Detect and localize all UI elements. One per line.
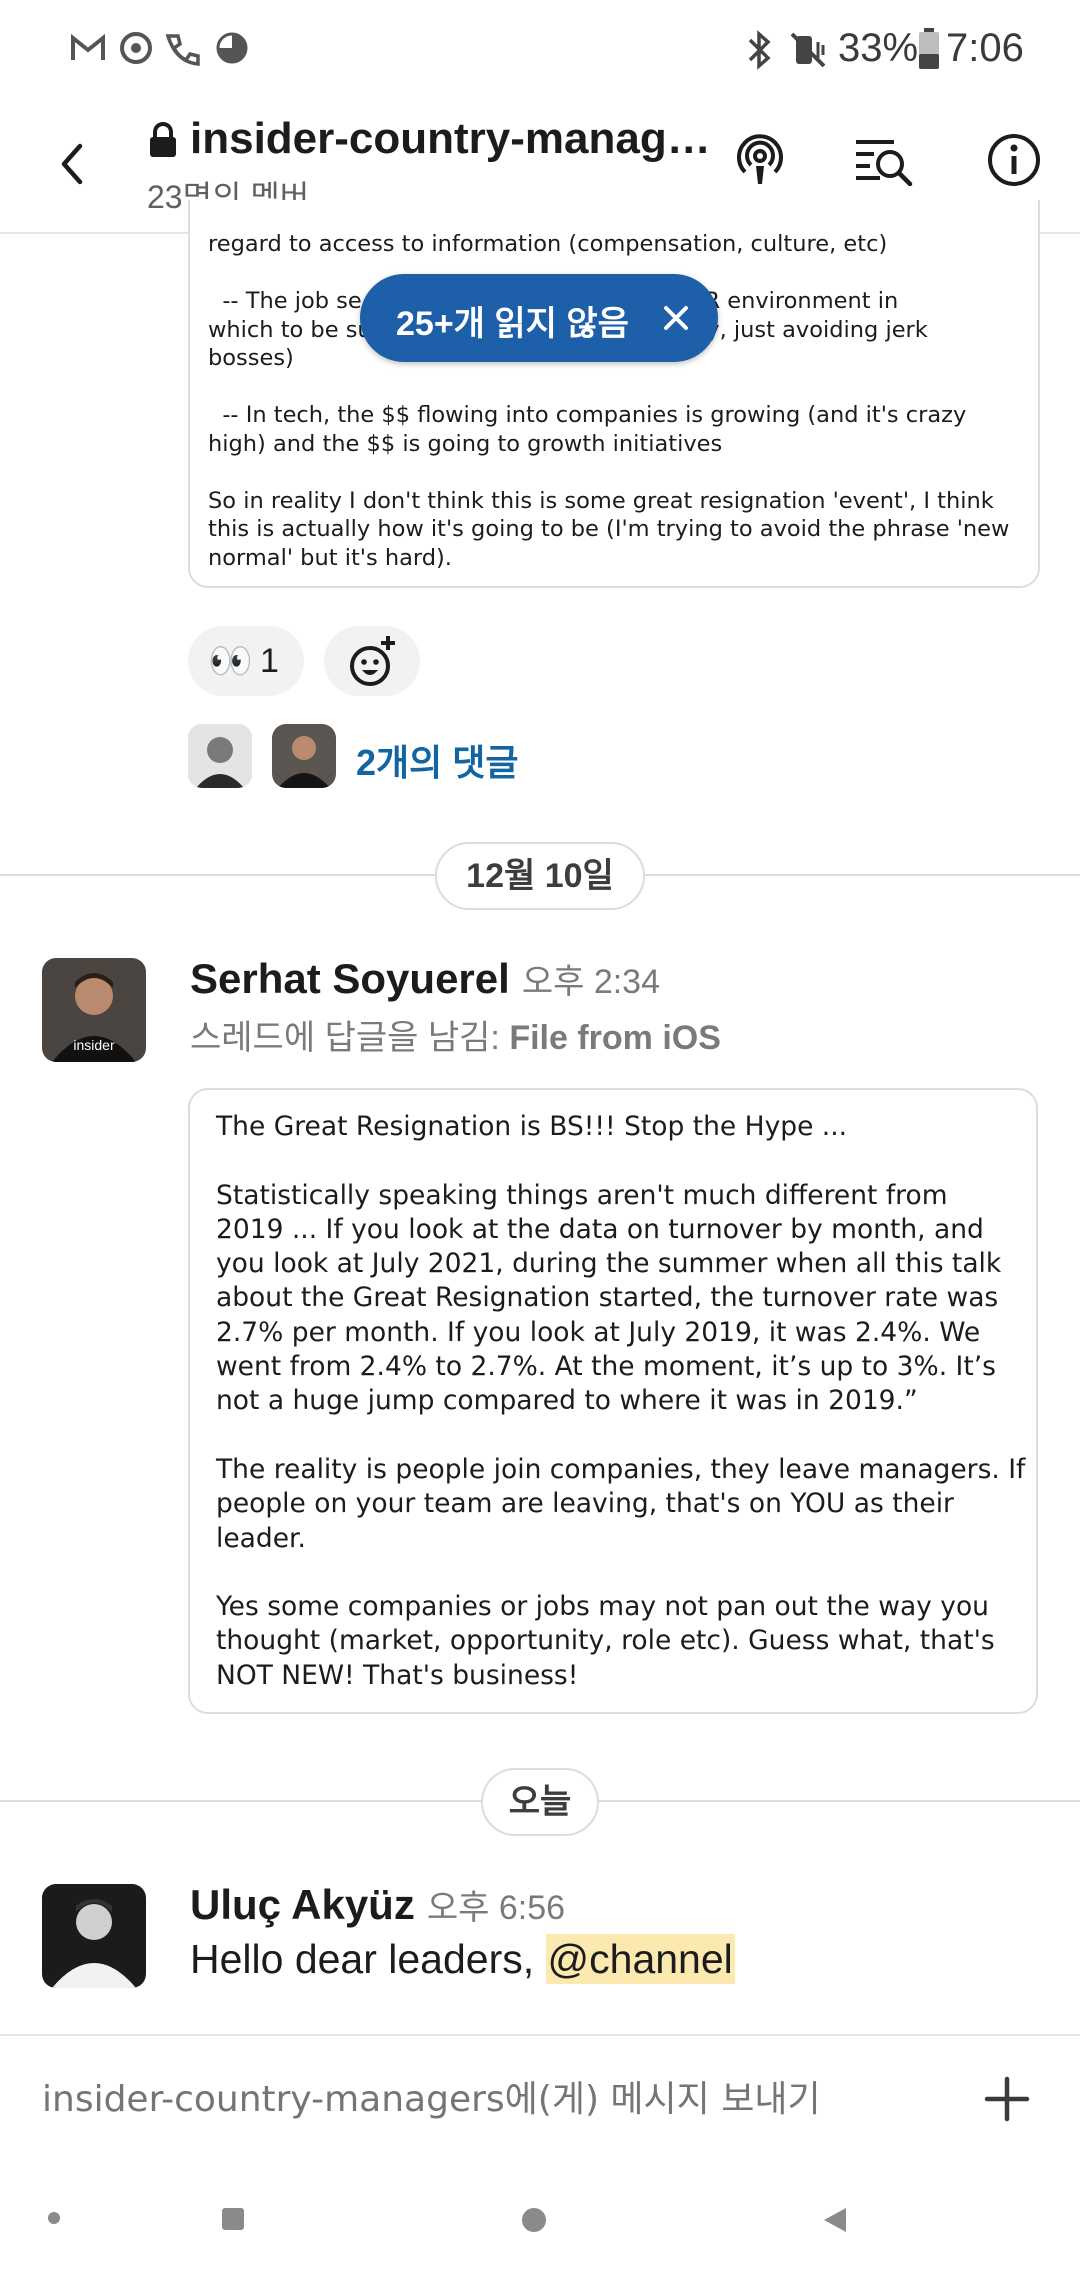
eyes-emoji: 👀	[208, 640, 253, 681]
message-composer	[0, 2034, 1080, 2162]
message-author[interactable]: Serhat Soyuerel 오후 2:34	[190, 954, 660, 1003]
message-text: Hello dear leaders, @channel	[190, 1934, 735, 1984]
unread-banner[interactable]: 25+개 읽지 않음	[360, 274, 718, 362]
snippet-card-previous[interactable]: regard to access to information (compens…	[188, 200, 1040, 588]
person-photo-icon	[188, 724, 252, 788]
plus-icon[interactable]	[984, 2076, 1030, 2122]
close-icon[interactable]	[660, 302, 692, 334]
message-time: 오후 2:34	[521, 963, 660, 1001]
svg-text:insider: insider	[73, 1037, 115, 1053]
system-nav-bar	[0, 2160, 1080, 2280]
person-photo-icon	[42, 1884, 146, 1988]
reply-prefix: 스레드에 답글을 남김:	[190, 1019, 510, 1057]
person-photo-icon: insider	[42, 958, 146, 1062]
channel-mention[interactable]: @channel	[545, 1934, 735, 1984]
back-nav-icon[interactable]	[822, 2206, 848, 2234]
thread-avatar-2	[272, 724, 336, 788]
reaction-count: 1	[260, 642, 279, 680]
avatar[interactable]: insider	[42, 958, 146, 1062]
info-icon[interactable]	[986, 132, 1042, 188]
date-divider-label[interactable]: 오늘	[481, 1768, 599, 1836]
search-in-channel-icon[interactable]	[852, 134, 914, 186]
lock-icon	[150, 122, 176, 157]
back-arrow-icon[interactable]	[52, 136, 92, 192]
home-icon[interactable]	[520, 2206, 548, 2234]
huddle-icon[interactable]	[732, 132, 788, 188]
reply-target[interactable]: File from iOS	[509, 1019, 721, 1057]
sync-icon	[120, 32, 152, 64]
bluetooth-icon	[748, 30, 771, 70]
reaction-eyes[interactable]: 👀 1	[188, 626, 304, 696]
clock: 7:06	[946, 26, 1024, 70]
status-bar: 33% 7:06	[0, 0, 1080, 100]
person-photo-icon	[272, 724, 336, 788]
date-divider-label[interactable]: 12월 10일	[435, 842, 645, 910]
thread-reply-context[interactable]: 스레드에 답글을 남김: File from iOS	[190, 1010, 721, 1059]
author-name[interactable]: Serhat Soyuerel	[190, 955, 510, 1002]
battery-icon	[919, 28, 939, 69]
channel-title[interactable]: insider-country-manag…	[190, 114, 711, 164]
thread-avatar-1	[188, 724, 252, 788]
gmail-icon	[71, 33, 105, 60]
message-time: 오후 6:56	[426, 1889, 566, 1927]
thread-reply-link[interactable]: 2개의 댓글	[356, 734, 519, 786]
recents-icon[interactable]	[220, 2206, 246, 2232]
dot-icon	[48, 2212, 60, 2224]
message-author[interactable]: Uluç Akyüz 오후 6:56	[190, 1880, 565, 1929]
avatar[interactable]	[42, 1884, 146, 1988]
author-name[interactable]: Uluç Akyüz	[190, 1881, 415, 1928]
snippet-card[interactable]: The Great Resignation is BS!!! Stop the …	[188, 1088, 1038, 1714]
unread-banner-label: 25+개 읽지 않음	[396, 305, 629, 343]
call-icon	[165, 34, 200, 66]
message-input[interactable]	[42, 2066, 942, 2132]
add-emoji-icon	[350, 636, 395, 686]
snippet-text: The Great Resignation is BS!!! Stop the …	[216, 1111, 1026, 1691]
battery-percent: 33%	[838, 26, 919, 70]
data-saver-icon	[216, 32, 248, 64]
add-reaction-button[interactable]	[324, 626, 420, 696]
message-body: Hello dear leaders,	[190, 1936, 546, 1982]
vibrate-mute-icon	[790, 32, 826, 68]
